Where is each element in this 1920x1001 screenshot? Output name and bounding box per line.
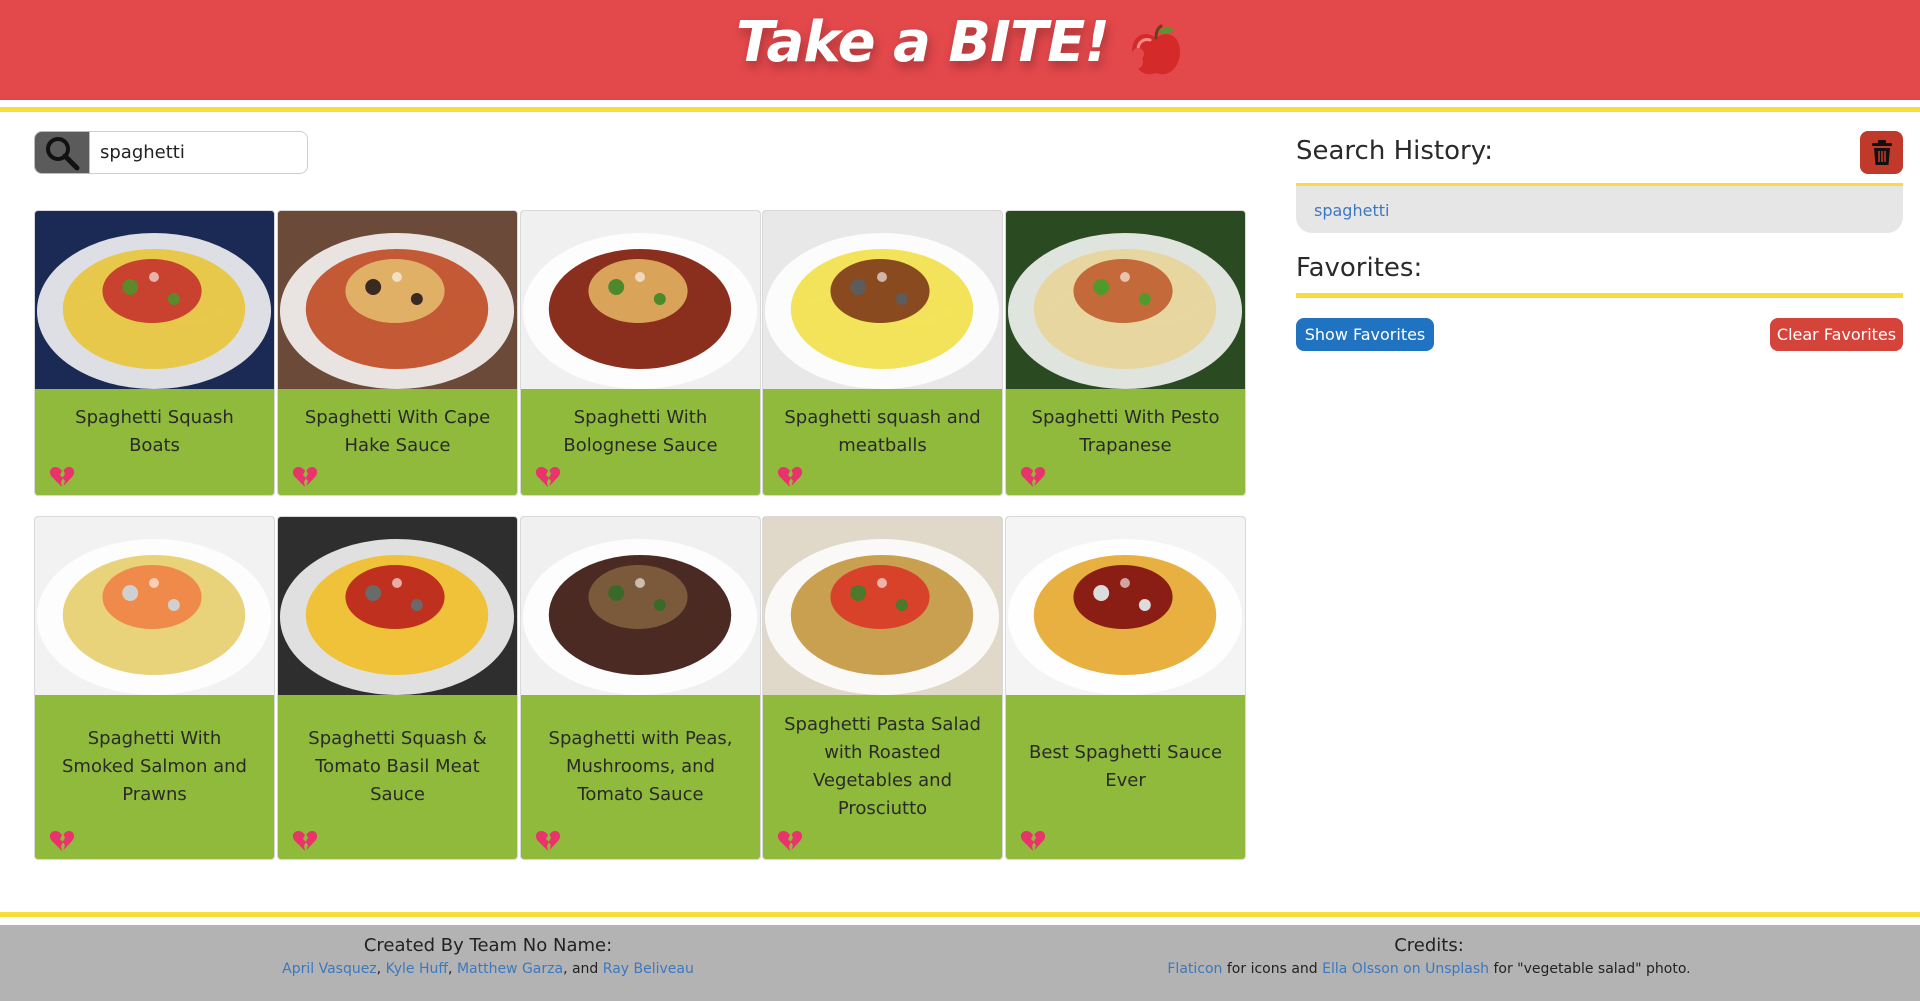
recipe-image[interactable]	[278, 517, 517, 695]
recipe-card-body: Spaghetti With Cape Hake Sauce	[278, 389, 517, 495]
recipe-title: Spaghetti Pasta Salad with Roasted Veget…	[784, 714, 981, 819]
recipe-card[interactable]: Spaghetti squash and meatballs	[762, 210, 1003, 496]
recipe-title: Spaghetti squash and meatballs	[784, 407, 981, 456]
broken-heart-icon[interactable]	[49, 465, 75, 489]
author-separator: ,	[376, 961, 382, 977]
broken-heart-icon[interactable]	[535, 829, 561, 853]
clear-history-button[interactable]	[1860, 131, 1903, 174]
author-separator: , and	[563, 961, 599, 977]
recipe-card[interactable]: Spaghetti Squash & Tomato Basil Meat Sau…	[277, 516, 518, 860]
credits-text-1: for icons and	[1226, 961, 1318, 977]
apple-bite-icon	[1129, 24, 1180, 75]
recipe-card-body: Best Spaghetti Sauce Ever	[1006, 695, 1245, 859]
clear-favorites-button[interactable]: Clear Favorites	[1770, 318, 1903, 351]
recipe-title: Best Spaghetti Sauce Ever	[1028, 742, 1223, 791]
recipe-image[interactable]	[763, 517, 1002, 695]
author-link[interactable]: Matthew Garza	[457, 961, 563, 977]
recipe-image[interactable]	[35, 517, 274, 695]
recipe-card-body: Spaghetti Pasta Salad with Roasted Veget…	[763, 695, 1002, 859]
broken-heart-icon[interactable]	[292, 465, 318, 489]
search-icon	[46, 136, 80, 170]
history-item[interactable]: spaghetti	[1314, 201, 1389, 220]
broken-heart-icon[interactable]	[1020, 829, 1046, 853]
recipe-card[interactable]: Spaghetti With Smoked Salmon and Prawns	[34, 516, 275, 860]
recipe-image[interactable]	[1006, 211, 1245, 389]
recipe-card-body: Spaghetti Squash & Tomato Basil Meat Sau…	[278, 695, 517, 859]
broken-heart-icon[interactable]	[777, 829, 803, 853]
broken-heart-icon[interactable]	[292, 829, 318, 853]
recipe-title: Spaghetti with Peas, Mushrooms, and Toma…	[548, 728, 733, 805]
recipe-card[interactable]: Spaghetti With Pesto Trapanese	[1005, 210, 1246, 496]
search-button[interactable]	[34, 131, 90, 174]
recipe-card-body: Spaghetti With Smoked Salmon and Prawns	[35, 695, 274, 859]
broken-heart-icon[interactable]	[49, 829, 75, 853]
asset-credits: Credits: Flaticon for icons and Ella Ols…	[1129, 935, 1729, 980]
recipe-card-body: Spaghetti with Peas, Mushrooms, and Toma…	[521, 695, 760, 859]
recipe-card[interactable]: Spaghetti with Peas, Mushrooms, and Toma…	[520, 516, 761, 860]
site-title: Take a BITE!	[736, 10, 1110, 75]
search-bar	[34, 131, 308, 174]
team-credits: Created By Team No Name: April Vasquez, …	[188, 935, 788, 980]
recipe-card[interactable]: Spaghetti Pasta Salad with Roasted Veget…	[762, 516, 1003, 860]
team-members: April Vasquez, Kyle Huff, Matthew Garza,…	[188, 958, 788, 980]
recipe-title: Spaghetti Squash Boats	[75, 407, 234, 456]
team-title: Created By Team No Name:	[363, 935, 613, 956]
recipe-title: Spaghetti With Bolognese Sauce	[563, 407, 718, 456]
recipe-card-body: Spaghetti With Bolognese Sauce	[521, 389, 760, 495]
broken-heart-icon[interactable]	[1020, 465, 1046, 489]
recipe-image[interactable]	[1006, 517, 1245, 695]
header-divider	[0, 107, 1920, 112]
credits-text: Flaticon for icons and Ella Olsson on Un…	[1129, 958, 1729, 980]
recipe-title: Spaghetti With Pesto Trapanese	[1031, 407, 1220, 456]
author-separator: ,	[448, 961, 453, 977]
recipe-title: Spaghetti With Cape Hake Sauce	[304, 407, 491, 456]
recipe-card[interactable]: Spaghetti Squash Boats	[34, 210, 275, 496]
recipe-card[interactable]: Spaghetti With Cape Hake Sauce	[277, 210, 518, 496]
unsplash-link[interactable]: Ella Olsson on Unsplash	[1322, 961, 1489, 977]
search-history-list: spaghetti	[1296, 186, 1903, 233]
flaticon-link[interactable]: Flaticon	[1167, 961, 1222, 977]
credits-title: Credits:	[1394, 935, 1464, 956]
show-favorites-button[interactable]: Show Favorites	[1296, 318, 1434, 351]
search-input[interactable]	[90, 131, 308, 174]
search-history-title: Search History:	[1296, 136, 1493, 166]
recipe-title: Spaghetti Squash & Tomato Basil Meat Sau…	[308, 728, 487, 805]
recipe-image[interactable]	[521, 211, 760, 389]
recipe-card-body: Spaghetti squash and meatballs	[763, 389, 1002, 495]
recipe-card-body: Spaghetti Squash Boats	[35, 389, 274, 495]
broken-heart-icon[interactable]	[535, 465, 561, 489]
favorites-divider	[1296, 293, 1903, 298]
recipe-title: Spaghetti With Smoked Salmon and Prawns	[62, 728, 247, 805]
recipe-image[interactable]	[35, 211, 274, 389]
site-footer: Created By Team No Name: April Vasquez, …	[0, 925, 1920, 1001]
author-link[interactable]: Ray Beliveau	[603, 961, 694, 977]
broken-heart-icon[interactable]	[777, 465, 803, 489]
site-header: Take a BITE!	[0, 0, 1920, 100]
recipe-image[interactable]	[278, 211, 517, 389]
credits-text-2: for "vegetable salad" photo.	[1493, 961, 1691, 977]
author-link[interactable]: Kyle Huff	[386, 961, 448, 977]
recipe-card[interactable]: Best Spaghetti Sauce Ever	[1005, 516, 1246, 860]
favorites-title: Favorites:	[1296, 253, 1423, 283]
recipe-card[interactable]: Spaghetti With Bolognese Sauce	[520, 210, 761, 496]
footer-divider	[0, 912, 1920, 917]
recipe-card-body: Spaghetti With Pesto Trapanese	[1006, 389, 1245, 495]
trash-icon	[1871, 139, 1892, 165]
recipe-image[interactable]	[763, 211, 1002, 389]
recipe-image[interactable]	[521, 517, 760, 695]
author-link[interactable]: April Vasquez	[282, 961, 377, 977]
